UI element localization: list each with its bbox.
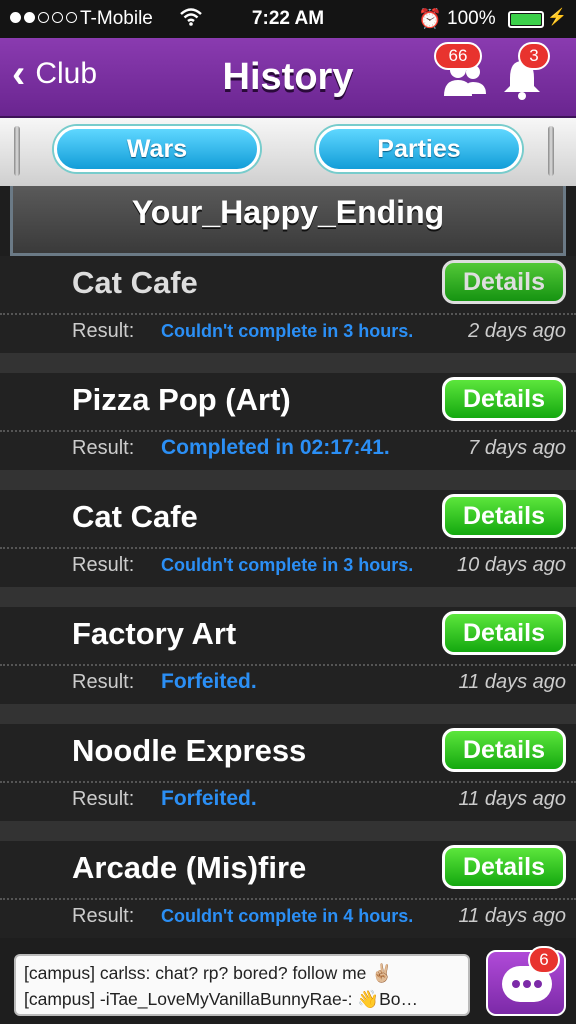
row-gap: [0, 353, 576, 373]
history-item: Cat Cafe Details Result: Couldn't comple…: [0, 490, 576, 587]
party-name: Pizza Pop (Art): [72, 382, 291, 417]
rope-decoration: [548, 126, 554, 176]
club-banner: Your_Happy_Ending: [10, 186, 566, 256]
time-ago: 7 days ago: [468, 437, 566, 459]
chat-line: [campus] carlss: chat? rp? bored? follow…: [24, 963, 394, 983]
time-ago: 11 days ago: [458, 671, 567, 693]
history-item: Arcade (Mis)fire Details Result: Couldn'…: [0, 841, 576, 938]
time-ago: 2 days ago: [468, 320, 566, 342]
details-button[interactable]: Details: [442, 260, 566, 304]
chat-line: [campus] -iTae_LoveMyVanillaBunnyRae-: 👋…: [24, 989, 419, 1009]
time-ago: 10 days ago: [457, 554, 566, 576]
result-text: Couldn't complete in 3 hours.: [161, 321, 414, 341]
chat-ticker[interactable]: [campus] carlss: chat? rp? bored? follow…: [14, 954, 470, 1016]
charging-icon: ⚡: [547, 9, 567, 26]
result-text: Couldn't complete in 4 hours.: [161, 906, 414, 926]
tab-wars[interactable]: Wars: [54, 126, 260, 172]
result-text: Couldn't complete in 3 hours.: [161, 555, 414, 575]
divider: [0, 898, 576, 900]
divider: [0, 664, 576, 666]
history-item: Cat Cafe Details Result: Couldn't comple…: [0, 256, 576, 353]
result-label: Result:: [72, 671, 135, 693]
history-item: Pizza Pop (Art) Details Result: Complete…: [0, 373, 576, 470]
history-item: Factory Art Details Result: Forfeited. 1…: [0, 607, 576, 704]
status-bar: T-Mobile 7:22 AM ⏰ 100% ⚡: [0, 0, 576, 38]
row-gap: [0, 821, 576, 841]
row-gap: [0, 587, 576, 607]
details-button[interactable]: Details: [442, 728, 566, 772]
time-ago: 11 days ago: [458, 788, 567, 810]
result-label: Result:: [72, 788, 135, 810]
result-label: Result:: [72, 905, 135, 927]
page-title: History: [222, 56, 354, 98]
club-history-screen: T-Mobile 7:22 AM ⏰ 100% ⚡ ‹ Club History…: [0, 0, 576, 1024]
result-label: Result:: [72, 437, 135, 459]
divider: [0, 547, 576, 549]
party-name: Factory Art: [72, 616, 237, 651]
time-ago: 11 days ago: [458, 905, 567, 927]
rope-decoration: [14, 126, 20, 176]
divider: [0, 313, 576, 315]
row-gap: [0, 470, 576, 490]
friends-count-badge: 66: [434, 42, 482, 70]
row-gap: [0, 704, 576, 724]
result-text: Forfeited.: [161, 670, 257, 693]
alarm-icon: ⏰: [418, 9, 442, 30]
result-text: Forfeited.: [161, 787, 257, 810]
party-name: Arcade (Mis)fire: [72, 850, 307, 885]
tab-parties[interactable]: Parties: [316, 126, 522, 172]
divider: [0, 781, 576, 783]
result-label: Result:: [72, 554, 135, 576]
tab-bar: Wars Parties: [0, 118, 576, 186]
details-button[interactable]: Details: [442, 377, 566, 421]
history-item: Noodle Express Details Result: Forfeited…: [0, 724, 576, 821]
battery-icon: [508, 11, 544, 28]
result-text: Completed in 02:17:41.: [161, 436, 390, 459]
app-header: ‹ Club History 66 3: [0, 38, 576, 118]
details-button[interactable]: Details: [442, 494, 566, 538]
battery-percent: 100%: [447, 8, 496, 29]
party-name: Cat Cafe: [72, 265, 198, 300]
notifications-count-badge: 3: [518, 42, 550, 70]
club-name: Your_Happy_Ending: [131, 194, 445, 230]
chat-count-badge: 6: [528, 946, 560, 974]
party-name: Cat Cafe: [72, 499, 198, 534]
divider: [0, 430, 576, 432]
party-name: Noodle Express: [72, 733, 307, 768]
result-label: Result:: [72, 320, 135, 342]
details-button[interactable]: Details: [442, 611, 566, 655]
details-button[interactable]: Details: [442, 845, 566, 889]
